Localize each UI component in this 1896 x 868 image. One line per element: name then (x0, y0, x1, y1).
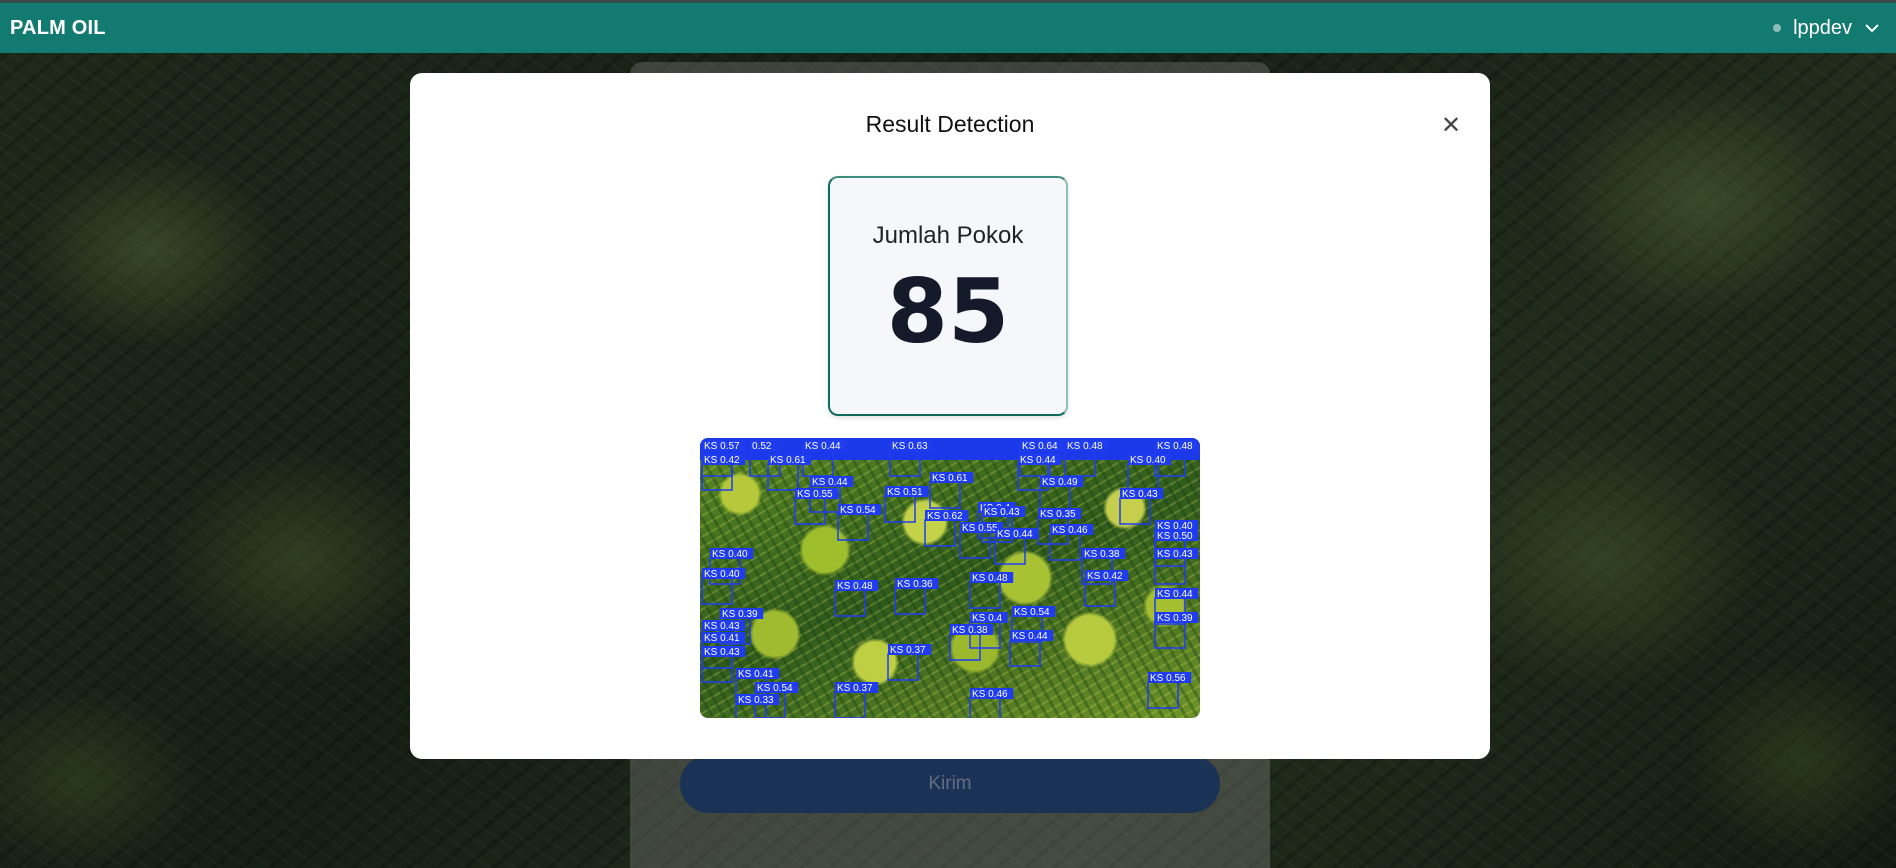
detection-box (1154, 621, 1186, 649)
detection-label: KS 0.54 (757, 683, 793, 694)
detection-label: KS 0.50 (1157, 531, 1193, 542)
detection-box (1119, 497, 1151, 525)
detection-box (1064, 449, 1096, 477)
modal-title: Result Detection (865, 111, 1035, 137)
detection-box (894, 587, 926, 615)
detection-result-image: KS 0.57 0.52 KS 0.44 KS 0.63 KS 0.64 KS 0.48 K… (700, 438, 1200, 718)
detection-label: KS 0.64 (1022, 441, 1058, 452)
detection-box (969, 581, 1001, 609)
top-navbar: PALM OIL lppdev (0, 0, 1896, 53)
detection-box (889, 449, 921, 477)
detection-box (887, 653, 919, 681)
count-label: Jumlah Pokok (872, 222, 1024, 249)
detection-label: KS 0.37 (890, 645, 926, 656)
detection-label: KS 0.62 (927, 511, 963, 522)
detection-label: KS 0.36 (897, 579, 933, 590)
detection-box (1127, 463, 1159, 491)
detection-label: KS 0.46 (972, 689, 1008, 700)
detection-label: KS 0.48 (837, 581, 873, 592)
detection-box (924, 519, 956, 547)
detection-label: KS 0.38 (1084, 549, 1120, 560)
detection-label: KS 0.44 (997, 529, 1033, 540)
detection-label: KS 0.43 (1122, 489, 1158, 500)
detection-label: KS 0.39 (1157, 613, 1193, 624)
detection-box (959, 531, 991, 559)
detection-label: KS 0.55 (797, 489, 833, 500)
detection-box (701, 463, 733, 491)
detection-label: KS 0.44 (1020, 455, 1056, 466)
detection-box (1147, 681, 1179, 709)
detection-label: KS 0.40 (704, 569, 740, 580)
detection-label: KS 0.40 (1130, 455, 1166, 466)
detection-box (834, 589, 866, 617)
detection-box (969, 697, 1001, 718)
detection-label: KS 0.56 (1150, 673, 1186, 684)
detection-label: KS 0.54 (1014, 607, 1050, 618)
detection-box (735, 703, 767, 718)
user-menu[interactable]: lppdev (1773, 17, 1886, 40)
detection-label: KS 0.39 (722, 609, 758, 620)
detection-label: KS 0.54 (840, 505, 876, 516)
detection-label: KS 0.48 (1157, 441, 1193, 452)
detection-overlay: KS 0.57 0.52 KS 0.44 KS 0.63 KS 0.64 KS 0.48 K… (701, 440, 1199, 718)
detection-label: KS 0.57 (704, 441, 740, 452)
detection-box (1009, 639, 1041, 667)
detection-label: KS 0.46 (1052, 525, 1088, 536)
detection-box (884, 495, 916, 523)
detection-label: KS 0.37 (837, 683, 873, 694)
detection-label: KS 0.61 (932, 473, 968, 484)
detection-label: KS 0.41 (738, 669, 774, 680)
detection-label: KS 0.48 (972, 573, 1008, 584)
detection-label: KS 0.43 (1157, 549, 1193, 560)
detection-label: KS 0.42 (704, 455, 740, 466)
close-icon[interactable]: ✕ (1440, 114, 1462, 138)
detection-label: KS 0.44 (1012, 631, 1048, 642)
detection-label: KS 0.38 (952, 625, 988, 636)
detection-box (1154, 557, 1186, 585)
detection-label: KS 0.51 (887, 487, 923, 498)
tree-count-card: Jumlah Pokok 85 (828, 176, 1068, 416)
detection-box (834, 691, 866, 718)
detection-label: KS 0.43 (704, 647, 740, 658)
chevron-down-icon (1865, 24, 1879, 33)
detection-label: KS 0.48 (1067, 441, 1103, 452)
detection-box (929, 481, 961, 509)
count-value: 85 (886, 260, 1010, 363)
detection-label: KS 0.4 (972, 613, 1002, 624)
detection-box (701, 577, 733, 605)
result-modal: Result Detection ✕ Jumlah Pokok 85 KS 0.… (410, 73, 1490, 759)
status-dot-icon (1773, 24, 1782, 32)
detection-label: KS 0.42 (1087, 571, 1123, 582)
detection-label: KS 0.40 (712, 549, 748, 560)
detection-box (1049, 533, 1081, 561)
detection-label: KS 0.61 (770, 455, 806, 466)
detection-box (837, 513, 869, 541)
detection-label: KS 0.33 (738, 695, 774, 706)
brand-title: PALM OIL (10, 16, 106, 39)
detection-label: KS 0.49 (1042, 477, 1078, 488)
detection-label: KS 0.55 (962, 523, 998, 534)
detection-label: KS 0.35 (1040, 509, 1076, 520)
detection-box (949, 633, 981, 661)
detection-label: KS 0.44 (1157, 589, 1193, 600)
detection-label: KS 0.43 (704, 621, 740, 632)
detection-label: KS 0.41 (704, 633, 740, 644)
detection-box (767, 463, 799, 491)
user-name: lppdev (1793, 16, 1852, 39)
detection-label: KS 0.63 (892, 441, 928, 452)
detection-label: KS 0.44 (805, 441, 841, 452)
detection-label: 0.52 (752, 441, 772, 452)
detection-box (701, 655, 733, 683)
detection-label: KS 0.44 (812, 477, 848, 488)
detection-label: KS 0.43 (984, 507, 1020, 518)
